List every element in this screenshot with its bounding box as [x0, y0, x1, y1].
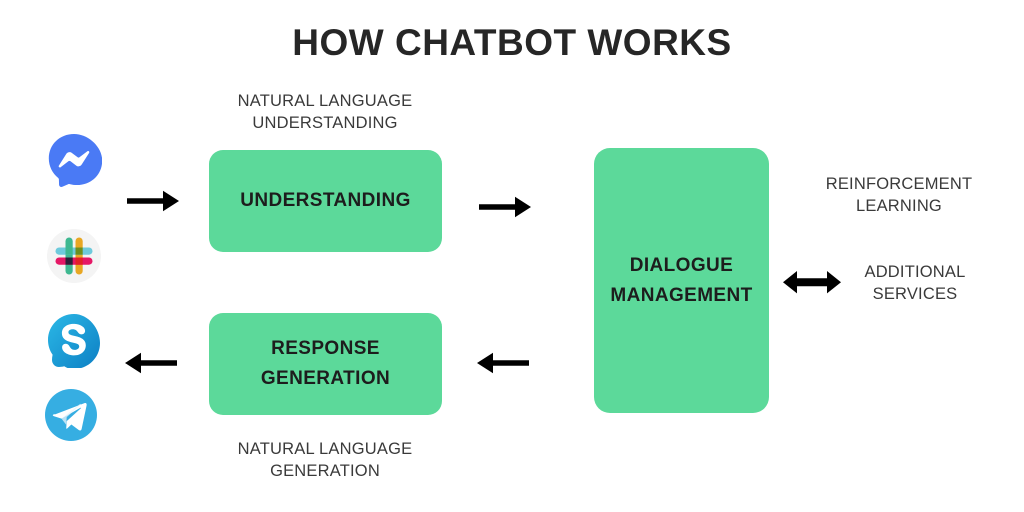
caption-additional-services: ADDITIONAL SERVICES [820, 261, 1010, 305]
caption-nlg-line1: NATURAL LANGUAGE [237, 440, 413, 458]
box-response-generation-label: RESPONSE GENERATION [261, 334, 390, 394]
box-understanding[interactable]: UNDERSTANDING [209, 150, 442, 252]
caption-reinforcement-learning: REINFORCEMENT LEARNING [800, 173, 998, 217]
caption-rl-line2: LEARNING [856, 197, 942, 215]
box-response-line1: RESPONSE [271, 338, 380, 359]
caption-nlu-line2: UNDERSTANDING [252, 114, 398, 132]
box-response-generation[interactable]: RESPONSE GENERATION [209, 313, 442, 415]
box-understanding-label: UNDERSTANDING [240, 190, 411, 211]
page-title: HOW CHATBOT WORKS [292, 22, 732, 63]
caption-additional-line2: SERVICES [872, 285, 958, 303]
caption-nlu-line1: NATURAL LANGUAGE [237, 92, 413, 110]
caption-additional-line1: ADDITIONAL [864, 263, 966, 281]
caption-nlg-line2: GENERATION [270, 462, 380, 480]
caption-natural-language-understanding: NATURAL LANGUAGE UNDERSTANDING [205, 90, 445, 134]
box-dialogue-management[interactable]: DIALOGUE MANAGEMENT [594, 148, 769, 413]
telegram-icon[interactable] [43, 387, 99, 443]
arrow-dialogue-to-response-icon [476, 348, 532, 383]
box-dialogue-line2: MANAGEMENT [610, 284, 753, 306]
diagram-canvas: HOW CHATBOT WORKS NATURAL LANGUAGE UNDER… [0, 0, 1024, 512]
caption-natural-language-generation: NATURAL LANGUAGE GENERATION [205, 438, 445, 482]
slack-icon[interactable] [46, 228, 102, 284]
caption-rl-line1: REINFORCEMENT [825, 175, 973, 193]
box-dialogue-line1: DIALOGUE [629, 254, 734, 276]
arrow-channels-to-understanding-icon [126, 186, 182, 221]
box-response-line2: GENERATION [260, 368, 391, 389]
arrow-response-to-channels-icon [124, 348, 180, 383]
box-dialogue-management-label: DIALOGUE MANAGEMENT [610, 251, 752, 311]
skype-icon[interactable] [46, 312, 102, 369]
arrow-understanding-to-dialogue-icon [478, 192, 534, 227]
messenger-icon[interactable] [46, 131, 103, 187]
